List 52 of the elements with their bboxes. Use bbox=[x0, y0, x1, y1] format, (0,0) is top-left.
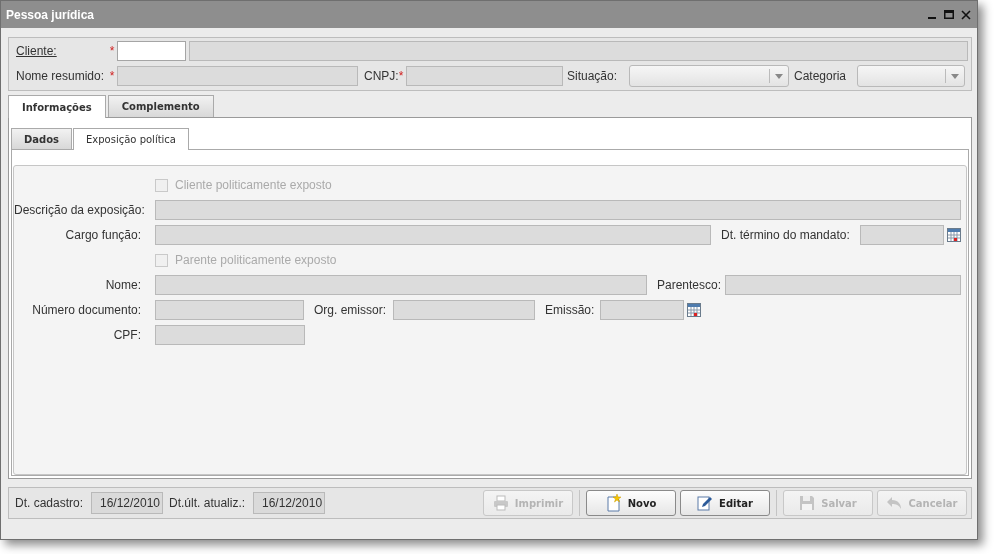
field-label: Categoria bbox=[794, 69, 848, 83]
input-field[interactable] bbox=[393, 300, 535, 320]
field-label: Emissão: bbox=[545, 303, 596, 317]
undo-arrow-icon bbox=[886, 495, 903, 511]
required-asterisk: * bbox=[108, 69, 116, 83]
tab[interactable]: Dados bbox=[11, 128, 73, 149]
field-label: Dt.últ. atualiz.: bbox=[169, 496, 246, 510]
input-field[interactable] bbox=[406, 66, 563, 86]
pencil-icon bbox=[697, 495, 714, 511]
dropdown-arrow-icon bbox=[951, 73, 959, 79]
input-field[interactable] bbox=[725, 275, 961, 295]
input-field[interactable] bbox=[155, 275, 647, 295]
field-label: Dt. término do mandato: bbox=[721, 228, 850, 242]
field-label: Org. emissor: bbox=[314, 303, 387, 317]
close-icon[interactable] bbox=[961, 9, 971, 20]
action-button[interactable]: Editar bbox=[680, 490, 770, 516]
dropdown-arrow-icon bbox=[775, 73, 783, 79]
date-field: 16/12/2010 bbox=[253, 492, 326, 514]
calendar-icon[interactable] bbox=[687, 303, 701, 317]
input-field[interactable] bbox=[155, 325, 305, 345]
input-field[interactable] bbox=[117, 41, 186, 61]
status-dropdown[interactable] bbox=[629, 65, 789, 87]
field-label: Dt. cadastro: bbox=[15, 496, 84, 510]
category-dropdown[interactable] bbox=[857, 65, 965, 87]
field-label: Número documento: bbox=[31, 303, 141, 317]
printer-icon bbox=[492, 495, 509, 511]
input-field[interactable] bbox=[189, 41, 968, 61]
field-label: CPF: bbox=[112, 328, 141, 342]
required-asterisk: * bbox=[108, 44, 116, 58]
date-field: 16/12/2010 bbox=[91, 492, 164, 514]
field-label: Situação: bbox=[567, 69, 619, 83]
field-label: Nome resumido: bbox=[16, 69, 106, 83]
new-document-icon bbox=[605, 494, 622, 512]
tab[interactable]: Complemento bbox=[107, 95, 214, 117]
maximize-icon[interactable] bbox=[944, 10, 954, 19]
calendar-icon[interactable] bbox=[947, 228, 961, 242]
input-field[interactable] bbox=[155, 300, 304, 320]
input-field[interactable] bbox=[117, 66, 358, 86]
client-link[interactable]: Cliente: bbox=[16, 44, 107, 58]
window-title: Pessoa jurídica bbox=[6, 7, 96, 22]
checkbox-label: Parente politicamente exposto bbox=[175, 253, 337, 267]
tab[interactable]: Exposição política bbox=[73, 128, 189, 150]
input-field[interactable] bbox=[600, 300, 684, 320]
input-field[interactable] bbox=[155, 200, 961, 220]
field-label: Parentesco: bbox=[657, 278, 723, 292]
input-field[interactable] bbox=[860, 225, 944, 245]
tab[interactable]: Informações bbox=[8, 95, 106, 118]
action-button[interactable]: Novo bbox=[586, 490, 676, 516]
field-label: Nome: bbox=[104, 278, 141, 292]
checkbox-label: Cliente politicamente exposto bbox=[175, 178, 332, 192]
field-label: Cargo função: bbox=[64, 228, 141, 242]
input-field[interactable] bbox=[155, 225, 711, 245]
